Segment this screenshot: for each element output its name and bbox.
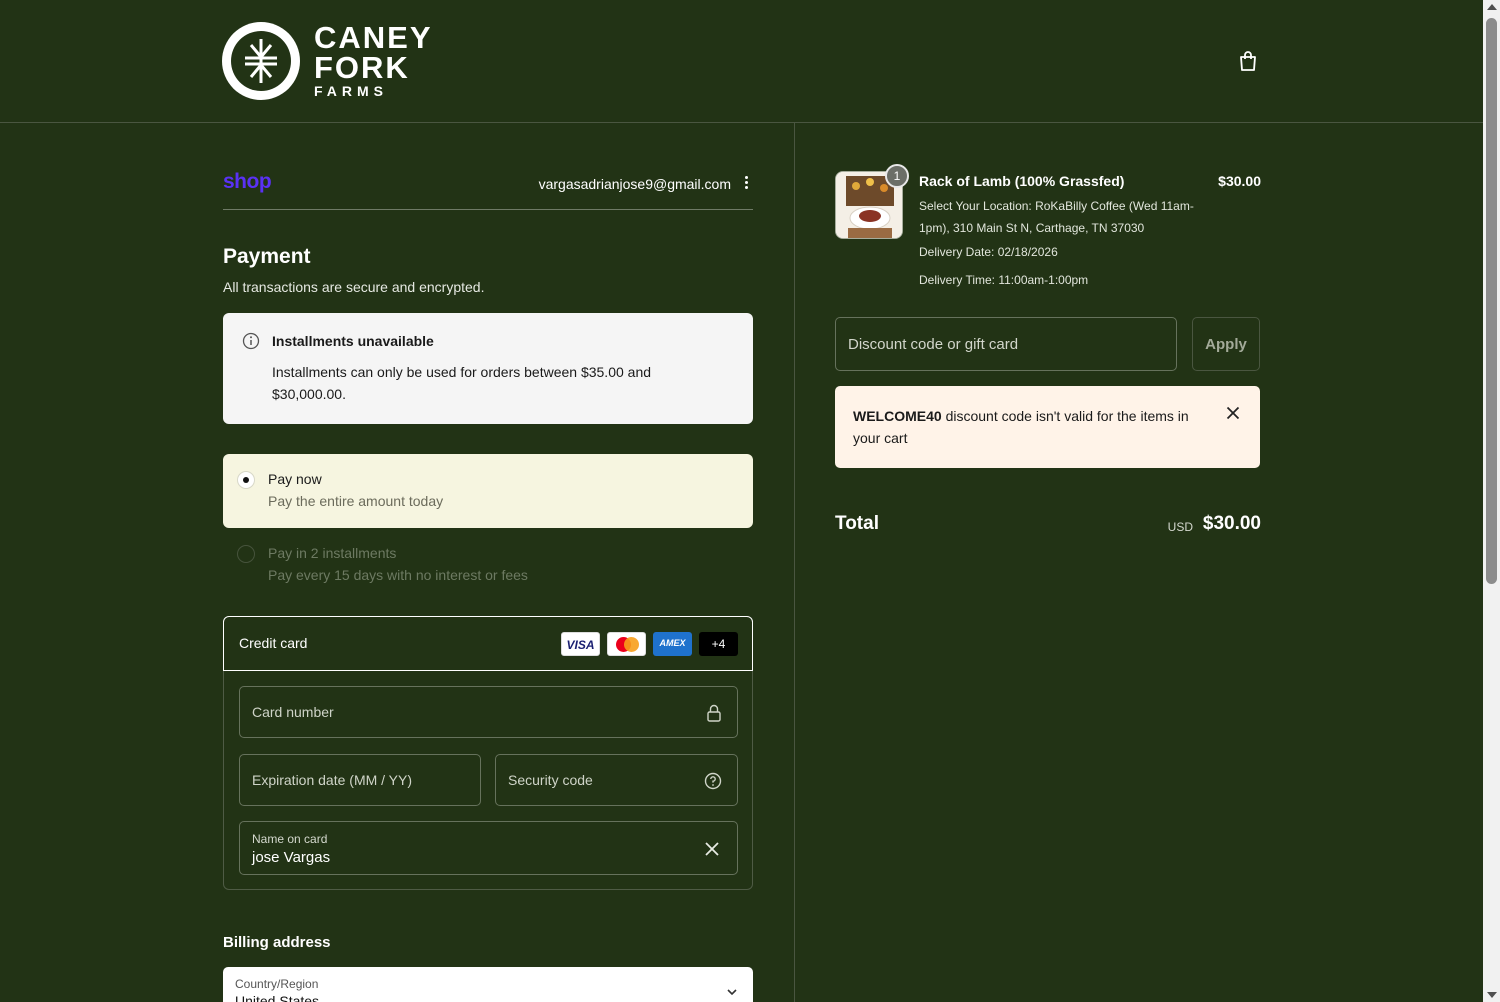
option-description: Pay the entire amount today <box>268 493 444 509</box>
mastercard-icon <box>607 632 646 656</box>
scrollbar-thumb[interactable] <box>1486 18 1497 584</box>
checkout-page: CANEY FORK FARMS shop vargasadrianjose9@… <box>0 0 1500 1002</box>
discount-code-field[interactable] <box>835 317 1177 371</box>
notice-body: Installments can only be used for orders… <box>272 364 652 402</box>
page-scrollbar[interactable] <box>1483 0 1500 1002</box>
logo-emblem-icon <box>222 22 300 100</box>
item-title: Rack of Lamb (100% Grassfed) <box>919 173 1125 189</box>
credit-card-header[interactable]: Credit card VISA AMEX +4 <box>223 616 753 671</box>
security-code-field[interactable] <box>495 754 738 806</box>
security-code-input[interactable] <box>496 755 737 805</box>
account-bar: shop vargasadrianjose9@gmail.com <box>223 168 753 210</box>
card-number-input[interactable] <box>240 687 737 737</box>
logo-line-3: FARMS <box>314 83 388 99</box>
quantity-badge: 1 <box>885 164 909 188</box>
credit-card-label: Credit card <box>239 635 308 651</box>
logo-wordmark: CANEY FORK FARMS <box>314 22 439 98</box>
name-on-card-field[interactable]: Name on card jose Vargas <box>239 821 738 875</box>
country-value: United States <box>235 993 320 1002</box>
shop-pay-logo: shop <box>223 170 272 193</box>
vertical-ellipsis-icon[interactable] <box>741 174 751 192</box>
country-label: Country/Region <box>235 977 319 991</box>
country-region-select[interactable]: Country/Region United States <box>223 967 753 1002</box>
discount-error-text: WELCOME40 discount code isn't valid for … <box>853 405 1208 449</box>
shopping-bag-icon[interactable] <box>1236 49 1260 73</box>
total-amount: $30.00 <box>1202 513 1261 534</box>
item-price: $30.00 <box>1218 173 1261 189</box>
info-icon <box>242 332 260 355</box>
close-icon[interactable] <box>1226 406 1240 425</box>
logo-line-1: CANEY <box>314 20 433 55</box>
column-divider <box>794 123 795 1002</box>
item-delivery-time: Delivery Time: 11:00am-1:00pm <box>919 273 1089 287</box>
visa-icon: VISA <box>561 632 600 656</box>
account-email: vargasadrianjose9@gmail.com <box>538 176 731 192</box>
option-title: Pay in 2 installments <box>268 545 397 561</box>
logo-line-2: FORK <box>314 50 410 85</box>
site-header: CANEY FORK FARMS <box>0 0 1483 123</box>
discount-error-banner: WELCOME40 discount code isn't valid for … <box>835 386 1260 468</box>
caney-fork-farms-logo[interactable]: CANEY FORK FARMS <box>222 22 437 102</box>
expiration-date-field[interactable] <box>239 754 481 806</box>
scroll-up-arrow-icon[interactable] <box>1487 4 1497 10</box>
total-currency: USD <box>1167 520 1193 534</box>
payment-subtitle: All transactions are secure and encrypte… <box>223 279 485 295</box>
chevron-down-icon <box>725 985 739 1002</box>
more-cards-badge: +4 <box>699 632 738 656</box>
notice-title: Installments unavailable <box>272 333 434 349</box>
discount-code-input[interactable] <box>836 318 1176 370</box>
lock-icon <box>706 704 722 727</box>
pay-in-installments-option: Pay in 2 installments Pay every 15 days … <box>223 528 753 598</box>
scroll-down-arrow-icon[interactable] <box>1487 992 1497 998</box>
card-brands: VISA AMEX +4 <box>561 632 738 656</box>
item-delivery-date: Delivery Date: 02/18/2026 <box>919 245 1058 259</box>
pay-now-option[interactable]: Pay now Pay the entire amount today <box>223 454 753 528</box>
option-description: Pay every 15 days with no interest or fe… <box>268 567 528 583</box>
payment-title: Payment <box>223 245 311 268</box>
pay-now-radio[interactable] <box>237 471 255 489</box>
installments-radio <box>237 545 255 563</box>
amex-icon: AMEX <box>653 632 692 656</box>
billing-address-title: Billing address <box>223 934 331 951</box>
credit-card-section: Credit card VISA AMEX +4 Card number Exp… <box>223 616 753 890</box>
option-title: Pay now <box>268 471 322 487</box>
expiration-date-input[interactable] <box>240 755 480 805</box>
card-number-field[interactable] <box>239 686 738 738</box>
total-label: Total <box>835 513 879 534</box>
apply-discount-button[interactable]: Apply <box>1192 317 1260 371</box>
discount-error-code: WELCOME40 <box>853 408 942 424</box>
installments-notice: Installments unavailable Installments ca… <box>223 313 753 424</box>
name-on-card-label: Name on card <box>252 832 328 846</box>
help-question-icon[interactable] <box>704 772 722 795</box>
name-on-card-value[interactable]: jose Vargas <box>252 849 330 866</box>
item-location: Select Your Location: RoKaBilly Coffee (… <box>919 199 1194 235</box>
clear-icon[interactable] <box>704 841 720 862</box>
